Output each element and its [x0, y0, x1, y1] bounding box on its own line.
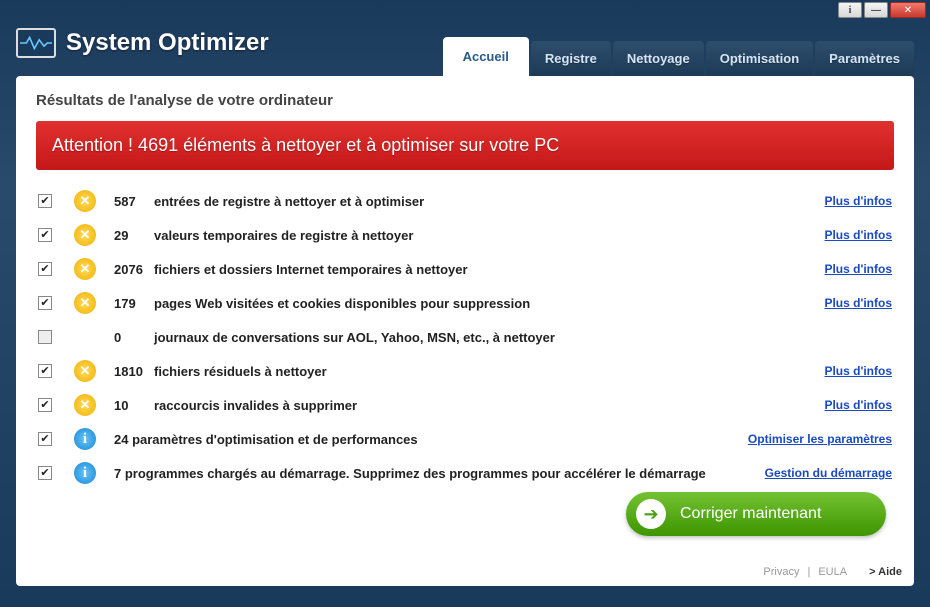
- window-titlebar: i — ✕: [0, 0, 930, 20]
- result-row: ✔ 10raccourcis invalides à supprimer Plus …: [36, 388, 894, 422]
- more-info-link[interactable]: Plus d'infos: [824, 398, 892, 412]
- warning-icon: [74, 224, 96, 246]
- tab-accueil[interactable]: Accueil: [443, 37, 529, 76]
- titlebar-close-button[interactable]: ✕: [890, 2, 926, 18]
- result-checkbox[interactable]: ✔: [38, 228, 52, 242]
- result-description: journaux de conversations sur AOL, Yahoo…: [154, 330, 555, 345]
- eula-link[interactable]: EULA: [818, 566, 847, 578]
- result-count: 0: [114, 330, 154, 345]
- tab-bar: AccueilRegistreNettoyageOptimisationPara…: [443, 37, 914, 76]
- warning-icon: [74, 292, 96, 314]
- tab-nettoyage[interactable]: Nettoyage: [613, 41, 704, 76]
- result-checkbox[interactable]: ✔: [38, 262, 52, 276]
- tab-registre[interactable]: Registre: [531, 41, 611, 76]
- result-checkbox[interactable]: ✔: [38, 432, 52, 446]
- tab-optimisation[interactable]: Optimisation: [706, 41, 813, 76]
- app-title-text: System Optimizer: [66, 29, 269, 57]
- result-description: fichiers et dossiers Internet temporaire…: [154, 262, 468, 277]
- result-checkbox[interactable]: ✔: [38, 296, 52, 310]
- more-info-link[interactable]: Plus d'infos: [824, 296, 892, 310]
- app-title-area: System Optimizer: [16, 28, 269, 58]
- app-logo-icon: [16, 28, 56, 58]
- result-checkbox[interactable]: ✔: [38, 194, 52, 208]
- footer: Privacy | EULA > Aide: [763, 566, 902, 578]
- result-row: ✔ 1810fichiers résiduels à nettoyer Plus d…: [36, 354, 894, 388]
- result-row: ✔ 7 programmes chargés au démarrage. Supp…: [36, 456, 894, 490]
- help-link[interactable]: > Aide: [869, 566, 902, 578]
- optimize-settings-link[interactable]: Optimiser les paramètres: [748, 432, 892, 446]
- result-count: 179: [114, 296, 154, 311]
- warning-icon: [74, 360, 96, 382]
- alert-banner: Attention ! 4691 éléments à nettoyer et …: [36, 121, 894, 170]
- result-description: valeurs temporaires de registre à nettoy…: [154, 228, 413, 243]
- info-icon: [74, 462, 96, 484]
- warning-icon: [74, 190, 96, 212]
- fix-now-button[interactable]: ➔ Corriger maintenant: [626, 492, 886, 536]
- titlebar-info-button[interactable]: i: [838, 2, 862, 18]
- result-count: 587: [114, 194, 154, 209]
- result-count: 2076: [114, 262, 154, 277]
- result-description: raccourcis invalides à supprimer: [154, 398, 357, 413]
- result-row: ✔ 587entrées de registre à nettoyer et à …: [36, 184, 894, 218]
- privacy-link[interactable]: Privacy: [763, 566, 799, 578]
- warning-icon: [74, 258, 96, 280]
- main-panel: Résultats de l'analyse de votre ordinate…: [16, 76, 914, 586]
- results-list: ✔ 587entrées de registre à nettoyer et à …: [36, 184, 894, 490]
- result-row: 0journaux de conversations sur AOL, Yaho…: [36, 320, 894, 354]
- result-description: entrées de registre à nettoyer et à opti…: [154, 194, 424, 209]
- titlebar-minimize-button[interactable]: —: [864, 2, 888, 18]
- scan-results-heading: Résultats de l'analyse de votre ordinate…: [36, 92, 894, 109]
- info-icon: [74, 428, 96, 450]
- result-row: ✔ 24 paramètres d'optimisation et de perf…: [36, 422, 894, 456]
- more-info-link[interactable]: Plus d'infos: [824, 262, 892, 276]
- warning-icon: [74, 394, 96, 416]
- result-description: pages Web visitées et cookies disponible…: [154, 296, 530, 311]
- result-count: 29: [114, 228, 154, 243]
- result-count: 10: [114, 398, 154, 413]
- header: System Optimizer AccueilRegistreNettoyag…: [0, 20, 930, 76]
- result-checkbox[interactable]: ✔: [38, 364, 52, 378]
- fix-now-label: Corriger maintenant: [680, 505, 821, 523]
- result-checkbox[interactable]: ✔: [38, 398, 52, 412]
- result-description: 24 paramètres d'optimisation et de perfo…: [114, 432, 418, 447]
- startup-management-link[interactable]: Gestion du démarrage: [765, 466, 892, 480]
- tab-paramètres[interactable]: Paramètres: [815, 41, 914, 76]
- result-checkbox[interactable]: ✔: [38, 466, 52, 480]
- result-description: 7 programmes chargés au démarrage. Suppr…: [114, 466, 706, 481]
- result-row: ✔ 179pages Web visitées et cookies dispon…: [36, 286, 894, 320]
- more-info-link[interactable]: Plus d'infos: [824, 364, 892, 378]
- result-count: 1810: [114, 364, 154, 379]
- result-row: ✔ 2076fichiers et dossiers Internet tempo…: [36, 252, 894, 286]
- result-checkbox[interactable]: [38, 330, 52, 344]
- result-description: fichiers résiduels à nettoyer: [154, 364, 327, 379]
- more-info-link[interactable]: Plus d'infos: [824, 194, 892, 208]
- arrow-right-icon: ➔: [636, 499, 666, 529]
- result-row: ✔ 29valeurs temporaires de registre à net…: [36, 218, 894, 252]
- blank-icon: [74, 326, 96, 348]
- more-info-link[interactable]: Plus d'infos: [824, 228, 892, 242]
